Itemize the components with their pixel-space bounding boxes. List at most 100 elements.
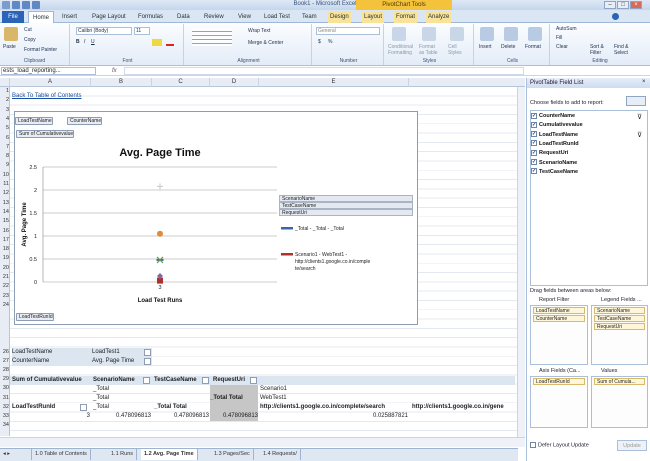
row-header[interactable]: 21 <box>0 274 10 280</box>
row-header[interactable]: 10 <box>0 172 10 178</box>
cell-styles-button[interactable]: Cell Styles <box>448 44 470 56</box>
wrap-text-button[interactable]: Wrap Text <box>248 28 270 34</box>
help-icon[interactable] <box>612 13 619 20</box>
format-cells-icon[interactable] <box>528 27 542 41</box>
tab-view[interactable]: View <box>236 11 253 23</box>
tab-layout[interactable]: Layout <box>362 11 385 23</box>
column-header[interactable]: D <box>210 78 259 87</box>
horizontal-scrollbar[interactable] <box>0 437 525 447</box>
row-header[interactable]: 33 <box>0 413 10 419</box>
percent-button[interactable]: % <box>328 39 332 45</box>
checkbox-icon[interactable]: ✓ <box>531 149 537 156</box>
row-header[interactable]: 34 <box>0 422 10 428</box>
pivot-cell-selected[interactable]: 0.478096813 <box>210 412 258 421</box>
format-painter-button[interactable]: Format Painter <box>24 47 57 53</box>
vertical-scrollbar[interactable] <box>517 87 525 437</box>
pivot-chart[interactable]: LoadTestName CounterName Sum of Cumulati… <box>14 111 418 325</box>
bold-button[interactable]: B <box>76 39 80 45</box>
row-header[interactable]: 17 <box>0 237 10 243</box>
paste-button[interactable]: Paste <box>3 44 16 50</box>
row-header[interactable]: 24 <box>0 302 10 308</box>
checkbox-icon[interactable]: ✓ <box>531 168 537 175</box>
font-size-select[interactable]: 11 <box>134 27 150 35</box>
format-cells-button[interactable]: Format <box>525 44 541 50</box>
row-header[interactable]: 26 <box>0 349 10 355</box>
dropdown-icon[interactable] <box>143 377 150 384</box>
row-header[interactable]: 27 <box>0 358 10 364</box>
checkbox-icon[interactable] <box>530 442 536 448</box>
values-zone[interactable]: Sum of Cumula... <box>591 376 648 428</box>
delete-cells-icon[interactable] <box>504 27 518 41</box>
minimize-icon[interactable]: – <box>604 1 616 9</box>
defer-layout-checkbox[interactable]: Defer Layout Update <box>530 442 589 448</box>
select-all-corner[interactable] <box>0 78 10 87</box>
dropdown-icon[interactable] <box>80 404 87 411</box>
tab-load-test[interactable]: Load Test <box>262 11 292 23</box>
sheet-tab[interactable]: 1.3 Pages/Sec <box>211 449 254 460</box>
tab-formulas[interactable]: Formulas <box>136 11 165 23</box>
sheet-tab[interactable]: 1.0 Table of Contents <box>32 449 91 460</box>
axis-fields-zone[interactable]: LoadTestRunId <box>530 376 588 428</box>
row-header[interactable]: 15 <box>0 218 10 224</box>
pivot-cell-selected[interactable]: _Total Total <box>210 394 258 403</box>
row-header[interactable]: 22 <box>0 283 10 289</box>
row-header[interactable]: 7 <box>0 144 10 150</box>
delete-cells-button[interactable]: Delete <box>501 44 515 50</box>
find-select-button[interactable]: Find & Select <box>614 44 636 56</box>
sheet-nav-arrows[interactable]: ◂ ▸ <box>0 449 32 460</box>
copy-button[interactable]: Copy <box>24 37 36 43</box>
field-list-item[interactable]: ✓ Cumulativevalue <box>531 121 583 129</box>
zone-field-item[interactable]: LoadTestName <box>533 307 585 314</box>
update-button[interactable]: Update <box>617 440 647 451</box>
insert-cells-icon[interactable] <box>480 27 494 41</box>
row-header[interactable]: 13 <box>0 200 10 206</box>
row-header[interactable]: 31 <box>0 395 10 401</box>
column-header[interactable]: B <box>91 78 152 87</box>
back-to-toc-link[interactable]: Back To Table of Contents <box>12 92 82 101</box>
row-header[interactable]: 14 <box>0 209 10 215</box>
format-as-table-button[interactable]: Format as Table <box>419 44 441 56</box>
checkbox-icon[interactable]: ✓ <box>531 112 537 119</box>
row-header[interactable]: 28 <box>0 367 10 373</box>
row-header[interactable]: 30 <box>0 385 10 391</box>
cut-button[interactable]: Cut <box>24 27 32 33</box>
row-header[interactable]: 16 <box>0 228 10 234</box>
column-header[interactable]: E <box>259 78 409 87</box>
filter-dropdown-icon[interactable] <box>144 349 151 356</box>
checkbox-icon[interactable]: ✓ <box>531 121 537 128</box>
column-header[interactable]: A <box>10 78 91 87</box>
row-header[interactable]: 20 <box>0 265 10 271</box>
sheet-tab[interactable]: 1.4 Requests/ <box>260 449 301 460</box>
font-name-select[interactable]: Calibri (Body) <box>76 27 132 35</box>
conditional-formatting-icon[interactable] <box>392 27 406 41</box>
underline-button[interactable]: U <box>91 39 95 45</box>
format-table-icon[interactable] <box>422 27 436 41</box>
paste-icon[interactable] <box>4 27 18 41</box>
column-header[interactable]: C <box>152 78 210 87</box>
field-list-item[interactable]: ✓ TestCaseName <box>531 168 578 176</box>
row-header[interactable]: 8 <box>0 153 10 159</box>
tab-review[interactable]: Review <box>202 11 226 23</box>
checkbox-icon[interactable]: ✓ <box>531 140 537 147</box>
row-header[interactable]: 32 <box>0 404 10 410</box>
row-header[interactable]: 2 <box>0 97 10 103</box>
row-header[interactable]: 9 <box>0 162 10 168</box>
insert-cells-button[interactable]: Insert <box>479 44 492 50</box>
zone-field-item[interactable]: RequestUri <box>594 323 645 330</box>
row-header[interactable]: 23 <box>0 293 10 299</box>
pivot-cell-selected[interactable] <box>210 403 258 412</box>
row-header[interactable]: 6 <box>0 135 10 141</box>
fill-button[interactable]: Fill <box>556 35 562 41</box>
zone-field-item[interactable]: LoadTestRunId <box>533 378 585 385</box>
row-header[interactable]: 18 <box>0 246 10 252</box>
tab-design[interactable]: Design <box>328 11 351 23</box>
row-header[interactable]: 1 <box>0 88 10 94</box>
tab-analyze[interactable]: Analyze <box>426 11 452 23</box>
dropdown-icon[interactable] <box>250 377 257 384</box>
filter-dropdown-icon[interactable] <box>144 358 151 365</box>
report-filter-zone[interactable]: LoadTestName CounterName <box>530 305 588 365</box>
dropdown-icon[interactable] <box>202 377 209 384</box>
clear-button[interactable]: Clear <box>556 44 568 50</box>
field-list-item[interactable]: ✓ CounterName <box>531 112 575 120</box>
field-list-item[interactable]: ✓ LoadTestName <box>531 131 578 139</box>
